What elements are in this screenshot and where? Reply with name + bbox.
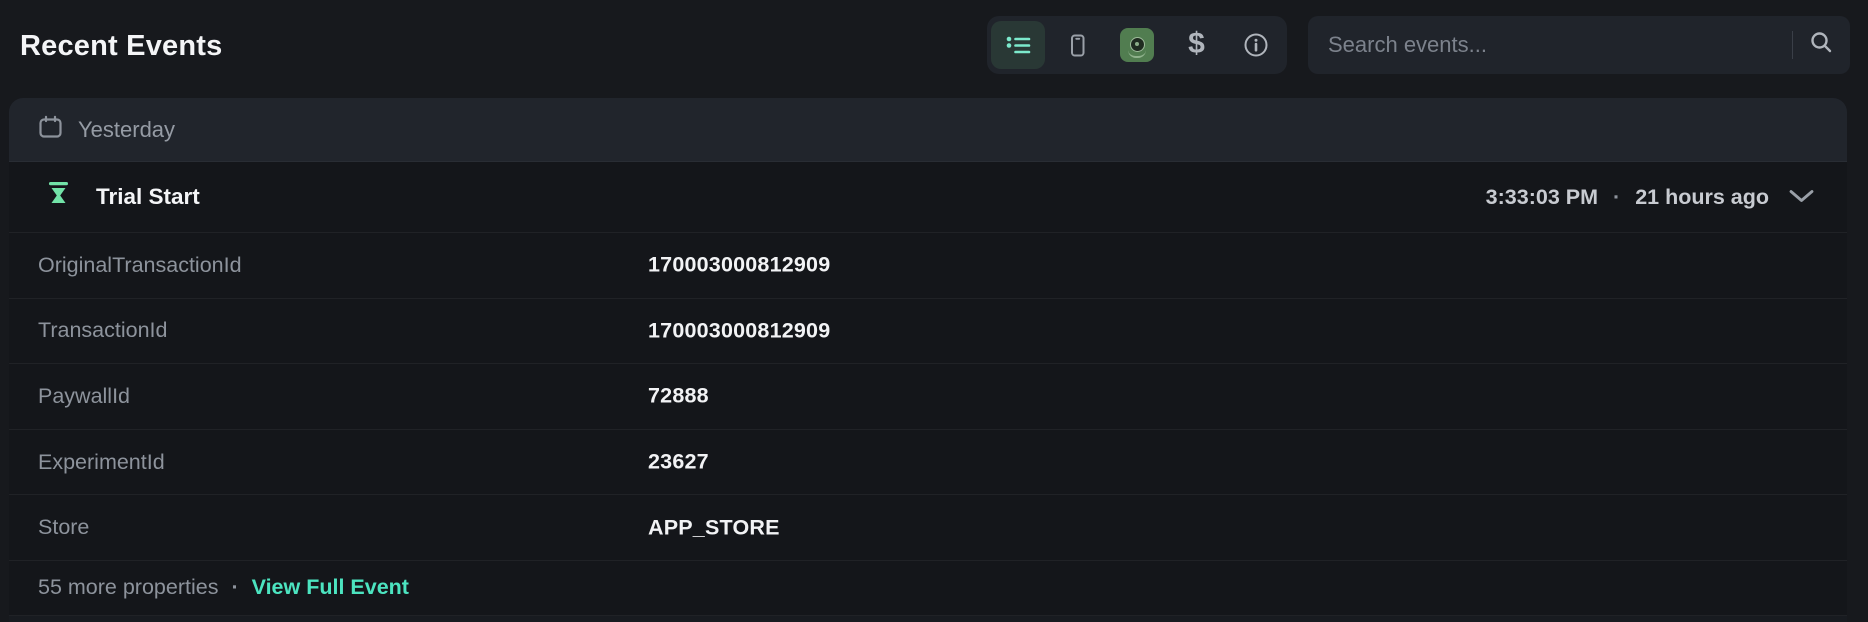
wreath-decoration <box>1128 50 1146 58</box>
search-input[interactable] <box>1308 16 1792 74</box>
events-card: Yesterday Trial Start 3:33:03 PM · 21 ho… <box>9 98 1847 622</box>
view-full-event-link[interactable]: View Full Event <box>252 575 409 600</box>
app-icon <box>1120 28 1154 62</box>
search-box[interactable] <box>1308 16 1850 74</box>
hourglass-icon <box>47 181 70 214</box>
date-group-label: Yesterday <box>78 117 175 143</box>
phone-icon <box>1065 33 1090 58</box>
property-row: ExperimentId 23627 <box>9 429 1847 495</box>
property-key: ExperimentId <box>38 450 165 475</box>
info-icon <box>1243 32 1269 58</box>
property-value: 170003000812909 <box>648 253 830 278</box>
event-time: 3:33:03 PM <box>1486 185 1598 210</box>
list-icon <box>1005 34 1032 57</box>
device-view-button[interactable] <box>1051 21 1105 69</box>
dollar-icon: $ <box>1188 29 1205 59</box>
date-group-header: Yesterday <box>9 98 1847 162</box>
property-key: OriginalTransactionId <box>38 253 242 278</box>
view-toggle-toolbar: $ <box>987 16 1287 74</box>
event-name: Trial Start <box>96 184 200 210</box>
property-row: OriginalTransactionId 170003000812909 <box>9 232 1847 298</box>
property-key: PaywallId <box>38 384 130 409</box>
chevron-down-icon[interactable] <box>1784 185 1815 210</box>
header: Recent Events <box>0 0 1868 98</box>
list-view-button[interactable] <box>991 21 1045 69</box>
calendar-icon <box>38 115 63 145</box>
property-value: 23627 <box>648 450 709 475</box>
property-value: 72888 <box>648 384 709 409</box>
next-row-edge <box>9 616 1847 622</box>
event-relative-time: 21 hours ago <box>1635 185 1769 210</box>
info-button[interactable] <box>1229 21 1283 69</box>
app-filter-button[interactable] <box>1110 21 1164 69</box>
more-properties-label: 55 more properties <box>38 575 218 600</box>
property-row: TransactionId 170003000812909 <box>9 298 1847 364</box>
property-key: TransactionId <box>38 318 167 343</box>
property-value: 170003000812909 <box>648 318 830 343</box>
dot-separator: · <box>231 575 238 600</box>
event-row[interactable]: Trial Start 3:33:03 PM · 21 hours ago <box>9 162 1847 232</box>
revenue-view-button[interactable]: $ <box>1170 21 1224 69</box>
property-value: APP_STORE <box>648 515 780 540</box>
search-icon[interactable] <box>1809 30 1834 60</box>
recent-events-screen: Recent Events <box>0 0 1868 622</box>
search-divider <box>1792 31 1793 59</box>
event-footer: 55 more properties · View Full Event <box>9 560 1847 616</box>
property-row: PaywallId 72888 <box>9 363 1847 429</box>
dot-separator: · <box>1613 185 1620 210</box>
property-key: Store <box>38 515 89 540</box>
event-timestamp: 3:33:03 PM · 21 hours ago <box>1486 185 1815 210</box>
page-title: Recent Events <box>20 30 222 63</box>
property-row: Store APP_STORE <box>9 494 1847 560</box>
